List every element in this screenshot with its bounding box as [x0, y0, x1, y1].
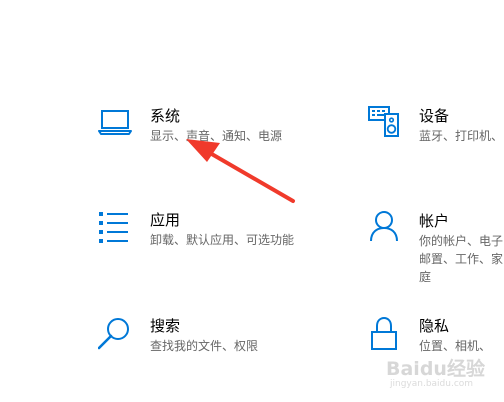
tile-description: 卸载、默认应用、可选功能 [150, 233, 295, 247]
laptop-icon [98, 107, 134, 143]
list-icon [98, 211, 134, 247]
tile-apps[interactable]: 应用 卸载、默认应用、可选功能 [98, 211, 328, 281]
tile-devices[interactable]: 设备 蓝牙、打印机、 [368, 104, 504, 174]
tile-title: 隐私 [419, 317, 450, 335]
watermark-subtext: jingyan.baidu.com [390, 379, 474, 389]
tile-accounts[interactable]: 帐户 你的帐户、电子邮置、工作、家庭 [368, 209, 504, 284]
person-icon [368, 209, 404, 245]
tile-description: 位置、相机、 [419, 339, 492, 353]
tile-title: 应用 [150, 211, 181, 229]
tile-description: 蓝牙、打印机、 [419, 129, 504, 143]
tile-title: 设备 [419, 107, 450, 125]
tile-description: 你的帐户、电子邮置、工作、家庭 [419, 234, 504, 284]
tile-description: 显示、声音、通知、电源 [150, 129, 283, 143]
baidu-watermark: Baidu经验 jingyan.baidu.com [386, 354, 498, 398]
tile-system[interactable]: 系统 显示、声音、通知、电源 [98, 107, 298, 177]
tile-search[interactable]: 搜索 查找我的文件、权限 [98, 317, 328, 387]
tile-title: 搜索 [150, 317, 181, 335]
watermark-text: Baidu经验 [386, 358, 485, 380]
tile-title: 系统 [150, 107, 181, 125]
tile-title: 帐户 [419, 212, 450, 230]
search-icon [98, 317, 134, 353]
tile-description: 查找我的文件、权限 [150, 339, 259, 353]
lock-icon [368, 317, 404, 353]
keyboard-speaker-icon [368, 104, 404, 140]
